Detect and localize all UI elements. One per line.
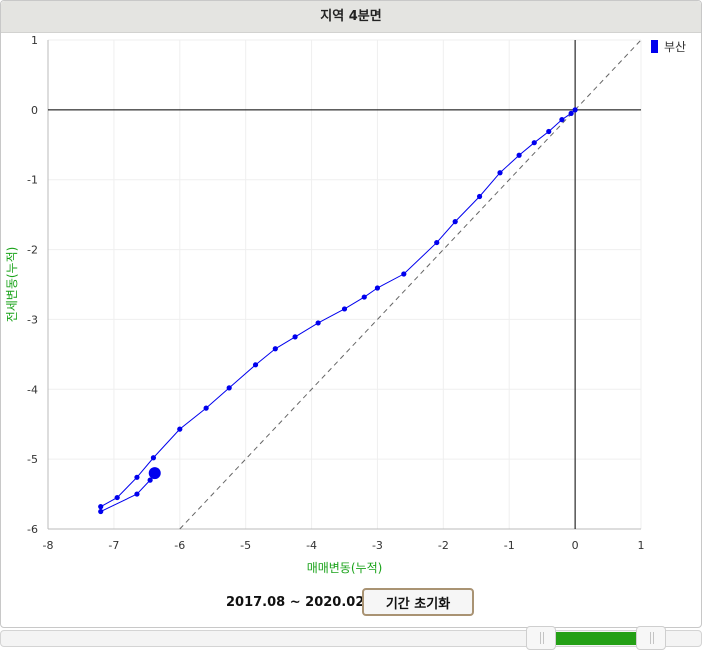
- period-controls: 2017.08 ~ 2020.02 기간 초기화: [0, 588, 702, 618]
- period-range-text: 2017.08 ~ 2020.02: [226, 595, 365, 610]
- data-point: [177, 426, 183, 432]
- x-tick-label: -6: [174, 539, 185, 552]
- y-tick-label: -5: [27, 453, 38, 466]
- x-tick-label: -8: [43, 539, 54, 552]
- y-tick-label: 1: [31, 34, 38, 47]
- data-point: [476, 193, 483, 200]
- data-point: [292, 334, 298, 340]
- x-tick-label: -5: [240, 539, 251, 552]
- y-tick-label: -2: [27, 244, 38, 257]
- data-point: [401, 271, 407, 277]
- data-point: [98, 508, 104, 515]
- slider-start-handle[interactable]: [525, 626, 556, 650]
- quadrant-chart: -8 -7 -6 -5 -4 -3 -2 -1 0 1 1 0 -1 -2 -3 -4 -5 -6 매매변동(누적)…: [5, 34, 686, 575]
- data-point: [134, 491, 140, 497]
- data-point: [252, 362, 259, 368]
- x-tick-label: -2: [438, 539, 449, 552]
- y-axis-label: 전세변동(누적): [5, 247, 19, 323]
- data-point: [361, 294, 367, 300]
- y-tick-label: -3: [27, 313, 38, 326]
- data-point: [516, 152, 522, 158]
- x-tick-label: -7: [108, 539, 119, 552]
- series-line: [100, 109, 576, 513]
- data-point: [546, 128, 552, 135]
- x-tick-label: -4: [306, 539, 317, 552]
- y-tick-label: -1: [27, 174, 38, 187]
- y-tick-label: -4: [27, 383, 38, 396]
- data-point: [226, 385, 232, 391]
- x-tick-label: 1: [638, 539, 645, 552]
- slider-selected-range: [555, 632, 637, 645]
- legend-swatch: [651, 40, 658, 53]
- data-point: [114, 494, 120, 501]
- data-point: [203, 405, 209, 411]
- data-point: [374, 285, 381, 291]
- data-point: [434, 239, 440, 246]
- slider-end-handle[interactable]: [636, 626, 667, 650]
- data-point: [559, 117, 565, 123]
- x-tick-label: -3: [372, 539, 383, 552]
- data-point: [315, 320, 321, 326]
- x-tick-label: 0: [572, 539, 579, 552]
- data-point: [134, 474, 140, 480]
- data-point: [150, 455, 157, 461]
- y-tick-label: -6: [27, 523, 38, 536]
- x-tick-label: -1: [504, 539, 515, 552]
- data-point: [572, 107, 578, 113]
- x-axis-label: 매매변동(누적): [307, 561, 383, 575]
- data-point: [341, 306, 348, 312]
- y-tick-label: 0: [31, 104, 38, 117]
- period-range-slider[interactable]: [0, 626, 702, 650]
- current-point-marker: [148, 467, 161, 480]
- data-point: [452, 219, 458, 225]
- data-point: [98, 504, 104, 510]
- data-point: [497, 170, 503, 176]
- data-point: [531, 140, 537, 146]
- data-point: [272, 346, 278, 352]
- reset-period-button[interactable]: 기간 초기화: [362, 588, 474, 616]
- data-point: [568, 110, 574, 116]
- legend-label: 부산: [664, 40, 686, 54]
